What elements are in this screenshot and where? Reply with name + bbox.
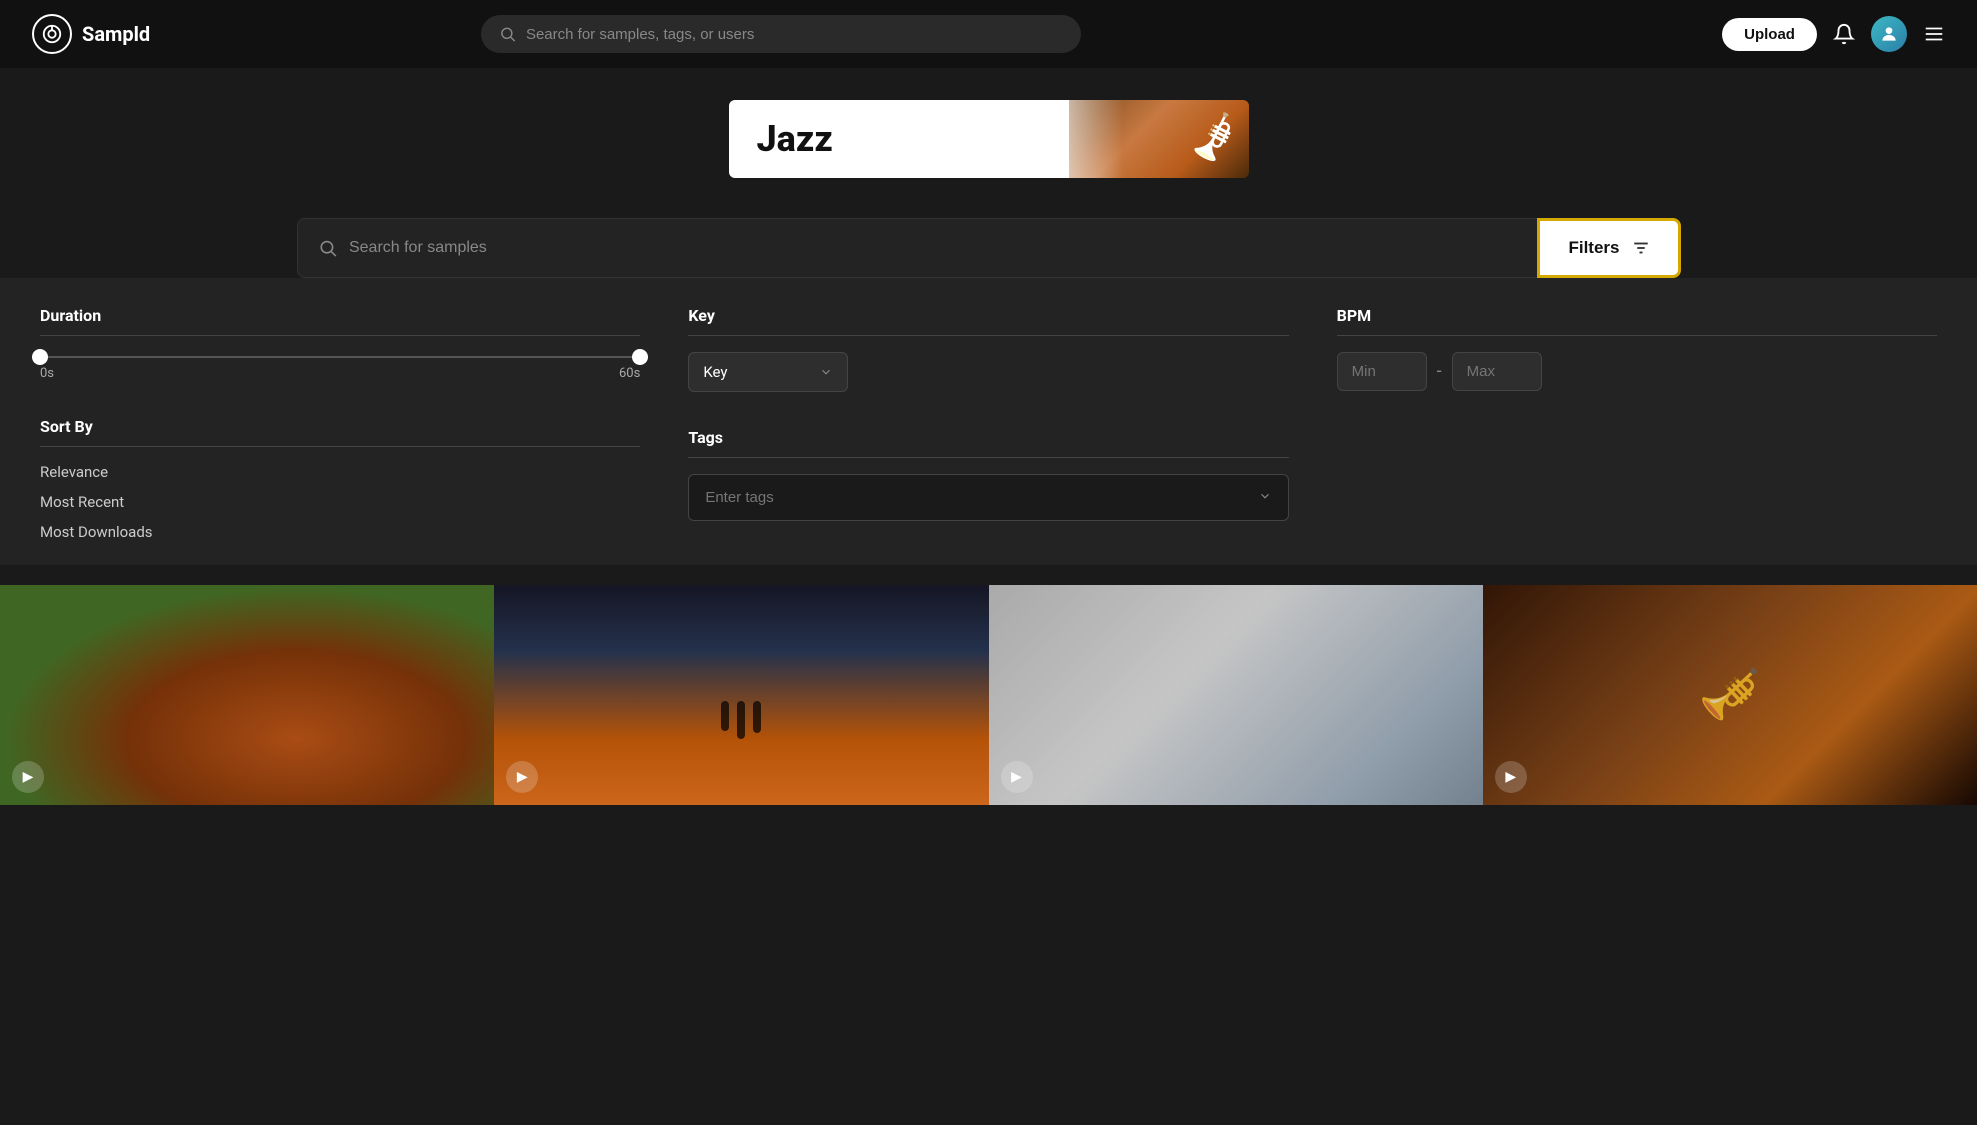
nav-actions: Upload [1722, 16, 1945, 52]
duration-max-label: 60s [619, 366, 640, 381]
sample-search-icon [318, 238, 337, 258]
filters-button[interactable]: Filters [1537, 218, 1680, 278]
bpm-min-input[interactable] [1337, 352, 1427, 391]
filters-label: Filters [1568, 238, 1619, 258]
nav-search-icon [499, 25, 516, 43]
thumbnail-1[interactable]: ▶ [0, 585, 494, 805]
thumbnail-3[interactable]: ▶ [989, 585, 1483, 805]
bpm-filter: BPM - [1337, 306, 1937, 541]
duration-slider-min[interactable] [32, 349, 48, 365]
key-tags-column: Key Key Tags [688, 306, 1288, 541]
sample-search-input[interactable] [349, 239, 1518, 257]
play-button-1[interactable]: ▶ [12, 761, 44, 793]
key-select[interactable]: Key [688, 352, 848, 392]
hero-image: 🎺 [1069, 100, 1249, 178]
bpm-max-input[interactable] [1452, 352, 1542, 391]
tags-chevron-icon [1258, 487, 1272, 508]
bpm-label: BPM [1337, 306, 1937, 325]
logo-area[interactable]: Sampld [32, 14, 150, 54]
logo-text: Sampld [82, 22, 150, 46]
sort-relevance[interactable]: Relevance [40, 463, 640, 481]
logo-icon [32, 14, 72, 54]
bell-icon [1833, 23, 1855, 45]
key-select-value: Key [703, 363, 727, 381]
key-label: Key [688, 306, 1288, 325]
bpm-dash: - [1437, 361, 1442, 382]
duration-min-label: 0s [40, 366, 54, 381]
sort-most-downloads[interactable]: Most Downloads [40, 523, 640, 541]
thumbnail-4[interactable]: 🎺 ▶ [1483, 585, 1977, 805]
play-button-3[interactable]: ▶ [1001, 761, 1033, 793]
tags-input[interactable] [705, 489, 1257, 506]
tags-label: Tags [688, 428, 1288, 447]
hero-title: Jazz [757, 118, 833, 160]
duration-slider-max[interactable] [632, 349, 648, 365]
thumbnail-2[interactable]: ▶ [494, 585, 988, 805]
sort-most-recent[interactable]: Most Recent [40, 493, 640, 511]
filter-controls-panel: Duration 0s 60s Sort By Relevance [0, 278, 1977, 565]
user-icon [1879, 24, 1899, 44]
filters-icon [1632, 239, 1650, 257]
thumbnails-row: ▶ ▶ ▶ 🎺 ▶ [0, 585, 1977, 805]
tags-input-row [688, 474, 1288, 521]
trumpet-decoration: 🎺 [1182, 108, 1245, 169]
nav-search-container [481, 15, 1081, 53]
filter-section: Filters [0, 202, 1977, 278]
nav-search-input[interactable] [526, 26, 1063, 43]
menu-button[interactable] [1923, 23, 1945, 45]
duration-label: Duration [40, 306, 640, 325]
sort-by-label: Sort By [40, 417, 640, 436]
play-button-4[interactable]: ▶ [1495, 761, 1527, 793]
hero-section: Jazz 🎺 [0, 68, 1977, 202]
sample-search-box [297, 218, 1538, 278]
navbar: Sampld Upload [0, 0, 1977, 68]
notifications-button[interactable] [1833, 23, 1855, 45]
duration-filter: Duration 0s 60s Sort By Relevance [40, 306, 640, 541]
upload-button[interactable]: Upload [1722, 18, 1817, 51]
key-chevron-icon [819, 365, 833, 379]
hamburger-icon [1923, 23, 1945, 45]
sort-options: Relevance Most Recent Most Downloads [40, 463, 640, 541]
avatar[interactable] [1871, 16, 1907, 52]
play-button-2[interactable]: ▶ [506, 761, 538, 793]
hero-banner: Jazz 🎺 [729, 100, 1249, 178]
